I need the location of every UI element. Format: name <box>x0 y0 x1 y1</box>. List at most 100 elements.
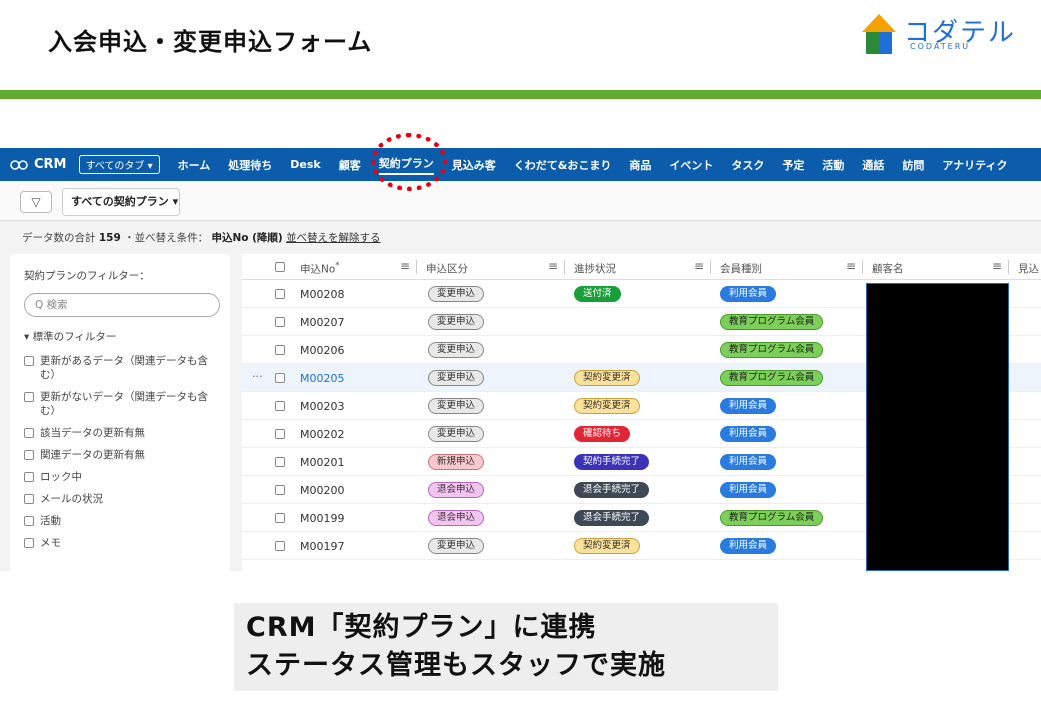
member-type-badge: 教育プログラム会員 <box>720 370 824 386</box>
application-no[interactable]: M00203 <box>300 400 344 413</box>
row-checkbox[interactable] <box>275 541 285 551</box>
status-badge: 退会手続完了 <box>574 510 650 526</box>
nav-plans-issues[interactable]: くわだて&おこまり <box>514 157 612 173</box>
application-no[interactable]: M00206 <box>300 344 344 357</box>
col-header-no[interactable]: 申込No* <box>300 261 340 277</box>
application-no[interactable]: M00197 <box>300 540 344 553</box>
kubun-badge: 変更申込 <box>428 538 485 554</box>
nav-analytics[interactable]: アナリティク <box>942 157 1007 173</box>
nav-events[interactable]: イベント <box>669 157 713 173</box>
application-no[interactable]: M00205 <box>300 372 344 385</box>
application-no[interactable]: M00207 <box>300 316 344 329</box>
status-badge: 契約変更済 <box>574 370 640 386</box>
all-tabs-dropdown[interactable]: すべてのタブ ▾ <box>78 155 160 174</box>
kubun-badge: 変更申込 <box>428 314 485 330</box>
nav-schedule[interactable]: 予定 <box>782 157 804 173</box>
filter-item[interactable]: メモ <box>24 536 216 550</box>
nav-customers[interactable]: 顧客 <box>339 157 361 173</box>
row-checkbox[interactable] <box>275 429 285 439</box>
kubun-badge: 変更申込 <box>428 286 485 302</box>
application-no[interactable]: M00199 <box>300 512 344 525</box>
kubun-badge: 変更申込 <box>428 342 485 358</box>
checkbox[interactable] <box>24 494 34 504</box>
checkbox[interactable] <box>24 450 34 460</box>
sort-label: ・並べ替え条件： <box>124 232 209 244</box>
filter-item[interactable]: 更新がないデータ（関連データも含む） <box>24 390 216 418</box>
row-checkbox[interactable] <box>275 485 285 495</box>
column-menu-icon[interactable]: ≡ <box>992 259 1002 273</box>
nav-visits[interactable]: 訪問 <box>902 157 924 173</box>
member-type-badge: 利用会員 <box>720 426 777 442</box>
filter-item[interactable]: 更新があるデータ（関連データも含む） <box>24 354 216 382</box>
col-header-lead[interactable]: 見込 <box>1018 261 1039 276</box>
sidebar-title: 契約プランのフィルター： <box>24 270 150 282</box>
nav-home[interactable]: ホーム <box>178 157 211 173</box>
filter-item[interactable]: メールの状況 <box>24 492 216 506</box>
member-type-badge: 利用会員 <box>720 398 777 414</box>
view-dropdown[interactable]: すべての契約プラン ▾ <box>62 188 180 216</box>
column-menu-icon[interactable]: ≡ <box>694 259 704 273</box>
summary-prefix: データ数の合計 <box>22 232 96 244</box>
checkbox[interactable] <box>24 356 34 366</box>
row-checkbox[interactable] <box>275 373 285 383</box>
clear-sort-link[interactable]: 並べ替えを解除する <box>286 232 381 244</box>
column-menu-icon[interactable]: ≡ <box>846 259 856 273</box>
checkbox[interactable] <box>24 392 34 402</box>
nav-calls[interactable]: 通話 <box>862 157 884 173</box>
application-no[interactable]: M00208 <box>300 288 344 301</box>
sort-field: 申込No (降順) <box>211 232 283 244</box>
divider-bar <box>0 90 1041 99</box>
application-no[interactable]: M00200 <box>300 484 344 497</box>
checkbox[interactable] <box>24 516 34 526</box>
filter-item[interactable]: ロック中 <box>24 470 216 484</box>
filter-sidebar: 契約プランのフィルター： Q 検索 ▾ 標準のフィルター 更新があるデータ（関連… <box>10 254 230 571</box>
row-checkbox[interactable] <box>275 345 285 355</box>
col-header-member[interactable]: 会員種別 <box>720 261 762 276</box>
row-checkbox[interactable] <box>275 457 285 467</box>
application-no[interactable]: M00202 <box>300 428 344 441</box>
nav-desk[interactable]: Desk <box>290 158 320 171</box>
member-type-badge: 教育プログラム会員 <box>720 314 824 330</box>
member-type-badge: 利用会員 <box>720 538 777 554</box>
funnel-icon[interactable]: ▽ <box>20 191 52 213</box>
record-summary: データ数の合計 159 ・並べ替え条件： 申込No (降順) 並べ替えを解除する <box>22 230 381 245</box>
select-all-checkbox[interactable] <box>275 262 285 272</box>
infinity-icon <box>10 159 28 170</box>
top-navigation: CRM すべてのタブ ▾ ホーム 処理待ち Desk 顧客 契約プラン 見込み客… <box>0 148 1041 181</box>
row-checkbox[interactable] <box>275 317 285 327</box>
column-divider <box>710 260 711 274</box>
search-input[interactable]: Q 検索 <box>24 293 220 317</box>
status-badge: 契約変更済 <box>574 538 640 554</box>
row-checkbox[interactable] <box>275 401 285 411</box>
application-no[interactable]: M00201 <box>300 456 344 469</box>
status-badge: 契約手続完了 <box>574 454 650 470</box>
row-actions-icon[interactable]: ··· <box>252 370 263 383</box>
filter-bar: ▽ すべての契約プラン ▾ <box>0 181 1041 221</box>
filter-item[interactable]: 該当データの更新有無 <box>24 426 216 440</box>
member-type-badge: 利用会員 <box>720 482 777 498</box>
filter-item[interactable]: 関連データの更新有無 <box>24 448 216 462</box>
column-divider <box>1008 260 1009 274</box>
nav-activities[interactable]: 活動 <box>822 157 844 173</box>
nav-tasks[interactable]: タスク <box>731 157 764 173</box>
filter-item[interactable]: 活動 <box>24 514 216 528</box>
member-type-badge: 教育プログラム会員 <box>720 510 824 526</box>
app-switcher[interactable]: CRM <box>10 157 67 172</box>
standard-filters-group[interactable]: ▾ 標準のフィルター <box>24 329 216 344</box>
checkbox[interactable] <box>24 428 34 438</box>
nav-products[interactable]: 商品 <box>629 157 651 173</box>
col-header-status[interactable]: 進捗状況 <box>574 261 616 276</box>
caption-line-1: CRM「契約プラン」に連携 <box>246 612 597 643</box>
row-checkbox[interactable] <box>275 289 285 299</box>
column-menu-icon[interactable]: ≡ <box>400 259 410 273</box>
logo-subtext: CODATERU <box>910 42 971 51</box>
row-checkbox[interactable] <box>275 513 285 523</box>
col-header-customer[interactable]: 顧客名 <box>872 261 904 276</box>
checkbox[interactable] <box>24 538 34 548</box>
nav-pending[interactable]: 処理待ち <box>228 157 272 173</box>
slide-title: 入会申込・変更申込フォーム <box>48 28 373 56</box>
column-menu-icon[interactable]: ≡ <box>548 259 558 273</box>
checkbox[interactable] <box>24 472 34 482</box>
col-header-kubun[interactable]: 申込区分 <box>426 261 468 276</box>
nav-leads[interactable]: 見込み客 <box>452 157 496 173</box>
